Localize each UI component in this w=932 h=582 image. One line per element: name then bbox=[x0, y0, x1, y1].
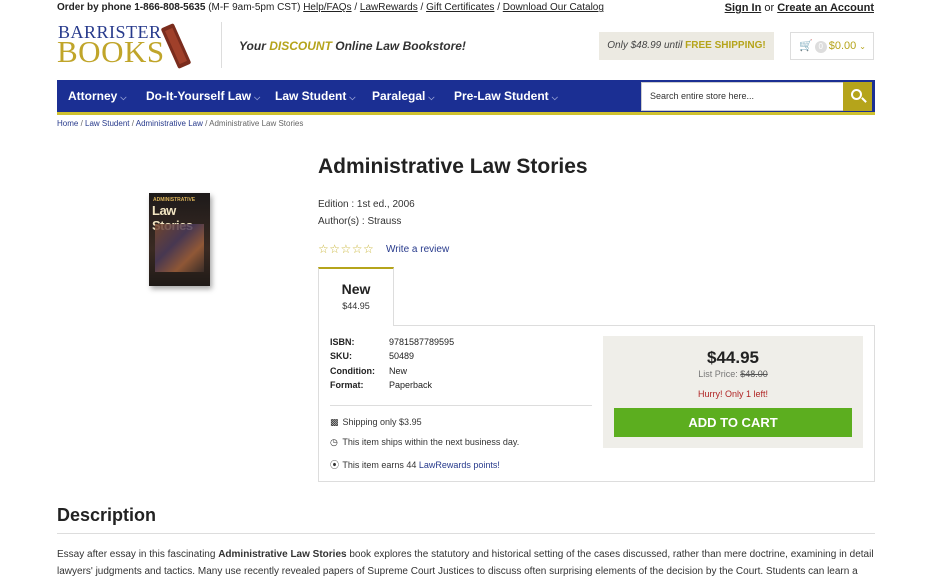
shipping-info: ▩ Shipping only $3.95 bbox=[330, 417, 422, 427]
order-label: Order by phone bbox=[57, 2, 132, 13]
mini-cart[interactable]: 🛒 0 $0.00 ⌄ bbox=[790, 32, 874, 60]
tab-new-label: New bbox=[341, 281, 371, 297]
free-shipping-highlight: FREE SHIPPING! bbox=[685, 40, 766, 51]
tab-new[interactable]: New $44.95 bbox=[318, 267, 394, 326]
chevron-down-icon: ⌵ bbox=[254, 93, 261, 102]
sign-in-link[interactable]: Sign In bbox=[725, 2, 762, 14]
product-authors: Author(s) : Strauss bbox=[318, 216, 402, 227]
tagline: Your DISCOUNT Online Law Bookstore! bbox=[239, 39, 466, 53]
top-bar: Order by phone 1-866-808-5635 (M-F 9am-5… bbox=[57, 2, 874, 16]
description-heading: Description bbox=[57, 505, 157, 525]
lawrewards-points-link[interactable]: LawRewards points! bbox=[419, 460, 500, 470]
cover-artwork bbox=[155, 224, 204, 272]
site-logo[interactable]: BARRISTER BOOKS bbox=[57, 22, 207, 69]
description-divider bbox=[57, 533, 875, 534]
order-phone-line: Order by phone 1-866-808-5635 (M-F 9am-5… bbox=[57, 2, 604, 13]
logo-divider bbox=[221, 22, 222, 68]
product-title: Administrative Law Stories bbox=[318, 155, 588, 178]
nav-item-pre-law-student[interactable]: Pre-Law Student ⌵ bbox=[454, 80, 558, 112]
gift-certificates-link[interactable]: Gift Certificates bbox=[426, 2, 494, 13]
nav-item-paralegal[interactable]: Paralegal ⌵ bbox=[372, 80, 434, 112]
breadcrumb-home[interactable]: Home bbox=[57, 119, 78, 128]
logo-line2: BOOKS bbox=[57, 34, 165, 69]
help-faqs-link[interactable]: Help/FAQs bbox=[303, 2, 351, 13]
account-links: Sign In or Create an Account bbox=[725, 2, 874, 14]
cart-icon: 🛒 bbox=[799, 40, 813, 52]
stock-warning: Hurry! Only 1 left! bbox=[697, 389, 769, 399]
search-button[interactable] bbox=[843, 82, 872, 111]
product-price: $44.95 bbox=[707, 348, 759, 367]
rewards-icon: ⦿ bbox=[330, 460, 340, 470]
download-catalog-link[interactable]: Download Our Catalog bbox=[503, 2, 604, 13]
nav-item-diy-law[interactable]: Do-It-Yourself Law ⌵ bbox=[146, 80, 260, 112]
free-shipping-text: Only $48.99 until bbox=[607, 40, 683, 51]
breadcrumb-administrative-law[interactable]: Administrative Law bbox=[136, 119, 203, 128]
phone-number: 1-866-808-5635 bbox=[134, 2, 206, 13]
phone-hours: (M-F 9am-5pm CST) bbox=[208, 2, 301, 13]
cart-count-badge: 0 bbox=[814, 41, 827, 53]
cart-amount: $0.00 bbox=[828, 40, 857, 52]
tab-new-price: $44.95 bbox=[342, 301, 370, 311]
nav-item-attorney[interactable]: Attorney ⌵ bbox=[68, 80, 126, 112]
product-edition: Edition : 1st ed., 2006 bbox=[318, 199, 415, 210]
clock-icon: ◷ bbox=[330, 437, 338, 447]
description-bold-title: Administrative Law Stories bbox=[218, 549, 347, 560]
rewards-info: ⦿ This item earns 44 LawRewards points! bbox=[330, 460, 500, 470]
buy-box: $44.95 List Price: $48.00 Hurry! Only 1 … bbox=[603, 336, 863, 448]
chevron-down-icon: ⌵ bbox=[349, 93, 356, 102]
breadcrumb-current: Administrative Law Stories bbox=[209, 119, 304, 128]
chevron-down-icon: ⌵ bbox=[428, 93, 435, 102]
rating-stars: ☆☆☆☆☆ bbox=[318, 242, 375, 256]
free-shipping-banner: Only $48.99 until FREE SHIPPING! bbox=[599, 32, 774, 60]
book-spine-icon bbox=[160, 23, 192, 69]
chevron-down-icon: ⌵ bbox=[120, 93, 127, 102]
chevron-down-icon: ⌵ bbox=[551, 93, 558, 102]
truck-icon: ▩ bbox=[330, 417, 339, 427]
or-text: or bbox=[764, 2, 775, 14]
list-price-value: $48.00 bbox=[740, 369, 768, 379]
create-account-link[interactable]: Create an Account bbox=[777, 2, 874, 14]
product-cover-image[interactable]: ADMINISTRATIVE Law Stories bbox=[149, 193, 210, 286]
ships-within-info: ◷ This item ships within the next busine… bbox=[330, 437, 520, 447]
add-to-cart-button[interactable]: ADD TO CART bbox=[614, 408, 852, 437]
panel-divider bbox=[330, 405, 592, 406]
nav-item-law-student[interactable]: Law Student ⌵ bbox=[275, 80, 355, 112]
breadcrumb-law-student[interactable]: Law Student bbox=[85, 119, 129, 128]
chevron-down-icon: ⌄ bbox=[859, 42, 866, 51]
lawrewards-link[interactable]: LawRewards bbox=[360, 2, 418, 13]
list-price: List Price: $48.00 bbox=[698, 369, 768, 379]
write-review-link[interactable]: Write a review bbox=[386, 244, 449, 255]
tagline-highlight: DISCOUNT bbox=[269, 39, 332, 53]
breadcrumb: Home / Law Student / Administrative Law … bbox=[57, 119, 304, 128]
description-text: Essay after essay in this fascinating Ad… bbox=[57, 549, 874, 577]
search-input[interactable]: Search entire store here... bbox=[641, 82, 844, 111]
